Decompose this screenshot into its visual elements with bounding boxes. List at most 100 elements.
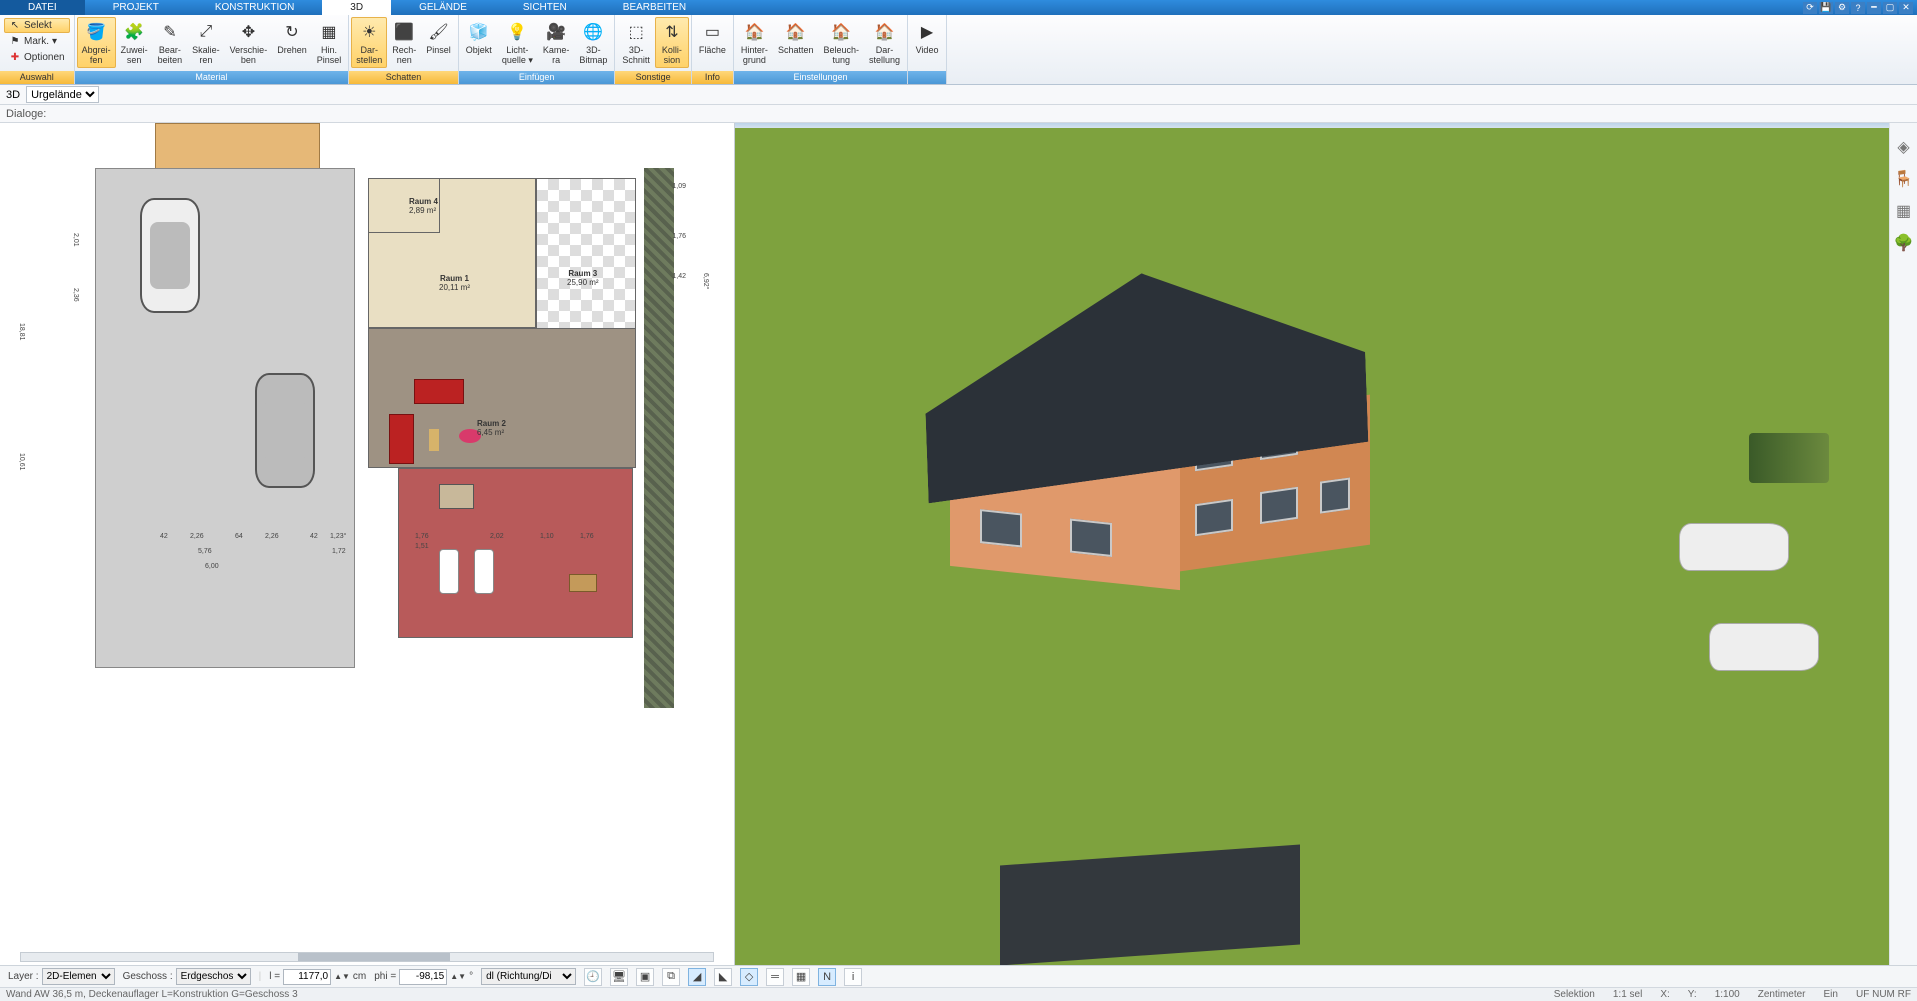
ribbon-beleuchtung-button[interactable]: 🏠Beleuch- tung	[818, 17, 864, 68]
ribbon-dbitmap-button[interactable]: 🌐3D- Bitmap	[574, 17, 612, 68]
status-selection: Selektion	[1554, 989, 1595, 1000]
materials-icon[interactable]: ▦	[1896, 201, 1911, 221]
dim-label: 1,42	[672, 273, 686, 280]
ribbon-schatten-button[interactable]: 🏠Schatten	[773, 17, 819, 58]
ribbon-darstellen-button[interactable]: ☀Dar- stellen	[351, 17, 387, 68]
status-bar: Wand AW 36,5 m, Deckenauflager L=Konstru…	[0, 987, 1917, 1001]
dim-label: 64	[235, 533, 243, 540]
car-3d	[1679, 523, 1789, 571]
tab-bearbeiten[interactable]: BEARBEITEN	[595, 0, 714, 15]
ribbon-hintergrund-button[interactable]: 🏠Hinter- grund	[736, 17, 773, 68]
tab-gelaende[interactable]: GELÄNDE	[391, 0, 495, 15]
tab-sichten[interactable]: SICHTEN	[495, 0, 595, 15]
ribbon-label: 3D- Schnitt	[622, 45, 650, 65]
ribbon-label: Licht- quelle ▾	[502, 45, 533, 65]
info-toggle-icon[interactable]: i	[844, 968, 862, 986]
mark-button[interactable]: ⚑Mark.▾	[4, 34, 70, 49]
ribbon-icon: ↻	[280, 20, 304, 44]
length-input[interactable]	[283, 969, 331, 985]
phi-input[interactable]	[399, 969, 447, 985]
snap-ortho-icon[interactable]: ◇	[740, 968, 758, 986]
ribbon-flche-button[interactable]: ▭Fläche	[694, 17, 731, 58]
ribbon-skalieren-button[interactable]: ⤢Skalie- ren	[187, 17, 225, 68]
ribbon-label: Zuwei- sen	[121, 45, 148, 65]
status-y: Y:	[1688, 989, 1697, 1000]
ribbon-bearbeiten-button[interactable]: ✎Bear- beiten	[153, 17, 188, 68]
armchair-icon	[389, 414, 414, 464]
layers-icon[interactable]: ◈	[1897, 137, 1909, 157]
selekt-button[interactable]: ↖Selekt	[4, 18, 70, 33]
terrain-select[interactable]: Urgelände	[26, 86, 99, 103]
room-2[interactable]: Raum 26,45 m²	[368, 328, 636, 468]
ribbon-darstellung-button[interactable]: 🏠Dar- stellung	[864, 17, 905, 68]
group-sonstige: ⬚3D- Schnitt⇅Kolli- sion Sonstige	[615, 15, 692, 84]
maximize-icon[interactable]: ▢	[1883, 2, 1897, 14]
viewport-3d[interactable]	[735, 123, 1889, 965]
sync-icon[interactable]: ⟳	[1803, 2, 1817, 14]
snap-mid-icon[interactable]: ◣	[714, 968, 732, 986]
layer-select[interactable]: 2D-Elemen	[42, 968, 115, 985]
tab-konstruktion[interactable]: KONSTRUKTION	[187, 0, 322, 15]
ribbon-abgreifen-button[interactable]: 🪣Abgrei- fen	[77, 17, 116, 68]
ribbon-hinpinsel-button[interactable]: ▦Hin. Pinsel	[312, 17, 347, 68]
direction-select[interactable]: dl (Richtung/Di	[481, 968, 576, 985]
ribbon-lichtquelle-button[interactable]: 💡Licht- quelle ▾	[497, 17, 538, 68]
grid-icon[interactable]: ▦	[792, 968, 810, 986]
snap-endpoint-icon[interactable]: ◢	[688, 968, 706, 986]
ribbon-kollision-button[interactable]: ⇅Kolli- sion	[655, 17, 689, 68]
ribbon-zuweisen-button[interactable]: 🧩Zuwei- sen	[116, 17, 153, 68]
room-name: Raum 2	[477, 419, 506, 428]
marker-icon: ⚑	[9, 36, 21, 47]
length-label: l =	[269, 971, 280, 982]
length-unit: cm	[353, 971, 366, 982]
hedge-3d	[1749, 433, 1829, 483]
ribbon-verschieben-button[interactable]: ✥Verschie- ben	[225, 17, 273, 68]
ribbon-icon: ▶	[915, 20, 939, 44]
hedge-shape	[644, 168, 674, 708]
furniture-icon[interactable]: 🪑	[1894, 169, 1914, 189]
side-toolbar: ◈ 🪑 ▦ 🌳	[1889, 123, 1917, 965]
ribbon-video-button[interactable]: ▶Video	[910, 17, 944, 58]
group-icon[interactable]: ▣	[636, 968, 654, 986]
tab-3d[interactable]: 3D	[322, 0, 391, 15]
link-icon[interactable]: ⧉	[662, 968, 680, 986]
optionen-button[interactable]: ✚Optionen	[4, 50, 70, 65]
save-icon[interactable]: 💾	[1819, 2, 1833, 14]
ribbon-icon: 🖌	[427, 20, 451, 44]
grill-icon	[439, 484, 474, 509]
ribbon-pinsel-button[interactable]: 🖌Pinsel	[421, 17, 456, 58]
snap-parallel-icon[interactable]: ═	[766, 968, 784, 986]
ribbon-icon: ☀	[357, 20, 381, 44]
close-icon[interactable]: ✕	[1899, 2, 1913, 14]
ribbon-dschnitt-button[interactable]: ⬚3D- Schnitt	[617, 17, 655, 68]
terrace[interactable]	[398, 468, 633, 638]
ribbon-objekt-button[interactable]: 🧊Objekt	[461, 17, 497, 58]
dim-label: 2,02	[490, 533, 504, 540]
ribbon-label: Kame- ra	[543, 45, 570, 65]
settings-icon[interactable]: ⚙	[1835, 2, 1849, 14]
ribbon-kamera-button[interactable]: 🎥Kame- ra	[538, 17, 575, 68]
dialog-label: Dialoge:	[6, 108, 46, 120]
ribbon-label: 3D- Bitmap	[579, 45, 607, 65]
minimize-icon[interactable]: ━	[1867, 2, 1881, 14]
screen-icon[interactable]: 🖥	[610, 968, 628, 986]
scrollbar-horizontal[interactable]	[20, 952, 714, 962]
ribbon-rechnen-button[interactable]: ⬛Rech- nen	[387, 17, 421, 68]
room-4[interactable]: Raum 42,89 m²	[368, 178, 440, 233]
ribbon: ↖Selekt ⚑Mark.▾ ✚Optionen Auswahl 🪣Abgre…	[0, 15, 1917, 85]
snap-node-icon[interactable]: N	[818, 968, 836, 986]
tab-datei[interactable]: DATEI	[0, 0, 85, 15]
driveway-shape	[95, 168, 355, 668]
viewport-2d[interactable]: Raum 120,11 m² Raum 42,89 m² Raum 325,90…	[0, 123, 735, 965]
group-info: ▭Fläche Info	[692, 15, 734, 84]
ribbon-drehen-button[interactable]: ↻Drehen	[272, 17, 312, 58]
status-ein: Ein	[1824, 989, 1838, 1000]
ribbon-icon: 🏠	[873, 20, 897, 44]
ribbon-label: Fläche	[699, 45, 726, 55]
plants-icon[interactable]: 🌳	[1894, 233, 1914, 253]
ribbon-label: Hinter- grund	[741, 45, 768, 65]
tab-projekt[interactable]: PROJEKT	[85, 0, 187, 15]
clock-icon[interactable]: 🕘	[584, 968, 602, 986]
help-icon[interactable]: ?	[1851, 2, 1865, 14]
geschoss-select[interactable]: Erdgeschos	[176, 968, 251, 985]
